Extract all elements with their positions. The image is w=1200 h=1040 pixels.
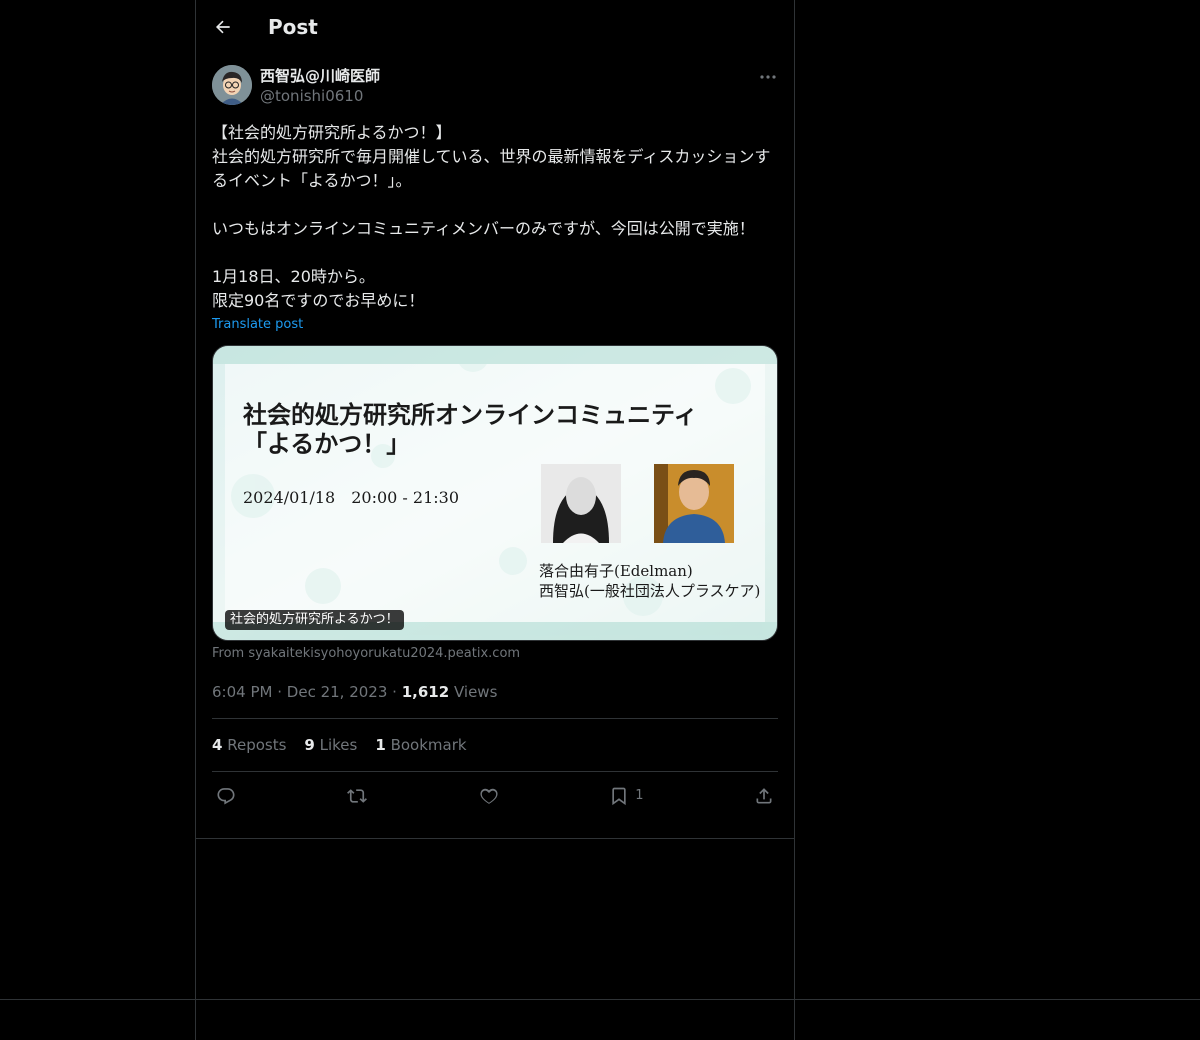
post-time[interactable]: 6:04 PM (212, 683, 272, 701)
meta-separator: · (277, 683, 283, 701)
avatar[interactable] (212, 65, 252, 105)
views-label: Views (453, 683, 498, 701)
more-icon (760, 75, 776, 79)
post: 西智弘@川崎医師 @tonishi0610 【社会的処方研究所よるかつ！】 社会… (196, 65, 794, 819)
card-datetime: 2024/01/18 20:00 - 21:30 (243, 488, 459, 507)
views-count: 1,612 (401, 683, 450, 701)
bottom-border (0, 999, 1200, 1000)
share-button[interactable] (754, 786, 774, 806)
speaker1-photo (541, 464, 621, 543)
like-button[interactable] (479, 786, 499, 806)
reposts-count: 4 (212, 736, 223, 754)
card-speaker1: 落合由有子(Edelman) (539, 562, 693, 580)
page: Post 西智弘@川崎医師 @tonishi0610 【社会的処方研究所よるかつ… (0, 0, 1200, 1040)
card-source[interactable]: From syakaitekisyohoyorukatu2024.peatix.… (212, 646, 778, 662)
reply-button[interactable] (216, 786, 236, 806)
page-title: Post (268, 15, 318, 39)
link-card[interactable]: 社会的処方研究所オンラインコミュニティ 「よるかつ！」 2024/01/18 2… (212, 345, 778, 641)
translate-post-link[interactable]: Translate post (212, 315, 778, 335)
meta-separator: · (392, 683, 397, 701)
likes-stat[interactable]: 9 Likes (304, 736, 357, 754)
back-button[interactable] (206, 10, 240, 44)
post-date[interactable]: Dec 21, 2023 (287, 683, 388, 701)
post-bottom-divider (196, 838, 794, 839)
bookmark-button[interactable]: 1 (609, 786, 644, 806)
card-title-line2: 「よるかつ！」 (243, 429, 410, 458)
reposts-label: Reposts (227, 736, 287, 754)
card-image: 社会的処方研究所オンラインコミュニティ 「よるかつ！」 2024/01/18 2… (213, 346, 777, 640)
card-site-label: 社会的処方研究所よるかつ！ (225, 610, 404, 630)
more-button[interactable] (758, 69, 778, 85)
author-handle[interactable]: @tonishi0610 (260, 86, 380, 106)
bookmarks-count: 1 (375, 736, 386, 754)
back-arrow-icon (215, 20, 230, 34)
likes-count: 9 (304, 736, 315, 754)
likes-label: Likes (319, 736, 358, 754)
repost-button[interactable] (346, 786, 368, 806)
post-meta: 6:04 PM · Dec 21, 2023 · 1,612 Views (212, 682, 778, 702)
column-border-right (794, 0, 795, 1040)
avatar-image (212, 65, 252, 105)
like-icon (480, 788, 498, 804)
share-icon (756, 787, 772, 803)
engagement-stats: 4 Reposts 9 Likes 1 Bookmark (212, 719, 778, 771)
header: Post (196, 0, 794, 54)
author-row: 西智弘@川崎医師 @tonishi0610 (212, 65, 778, 109)
author-text: 西智弘@川崎医師 @tonishi0610 (260, 66, 380, 106)
bookmark-action-count: 1 (635, 788, 644, 803)
repost-icon (347, 788, 368, 803)
card-title-line1: 社会的処方研究所オンラインコミュニティ (243, 400, 698, 429)
speaker2-photo (654, 464, 734, 543)
post-text: 【社会的処方研究所よるかつ！】 社会的処方研究所で毎月開催している、世界の最新情… (212, 123, 771, 310)
reposts-stat[interactable]: 4 Reposts (212, 736, 286, 754)
primary-column: Post 西智弘@川崎医師 @tonishi0610 【社会的処方研究所よるかつ… (196, 0, 794, 819)
bookmarks-label: Bookmark (390, 736, 467, 754)
bookmarks-stat[interactable]: 1 Bookmark (375, 736, 466, 754)
author-display-name[interactable]: 西智弘@川崎医師 (260, 66, 380, 86)
card-speaker2: 西智弘(一般社団法人プラスケア) (539, 582, 760, 600)
reply-icon (217, 787, 235, 804)
action-bar: 1 (212, 772, 778, 819)
bookmark-icon (612, 787, 626, 805)
